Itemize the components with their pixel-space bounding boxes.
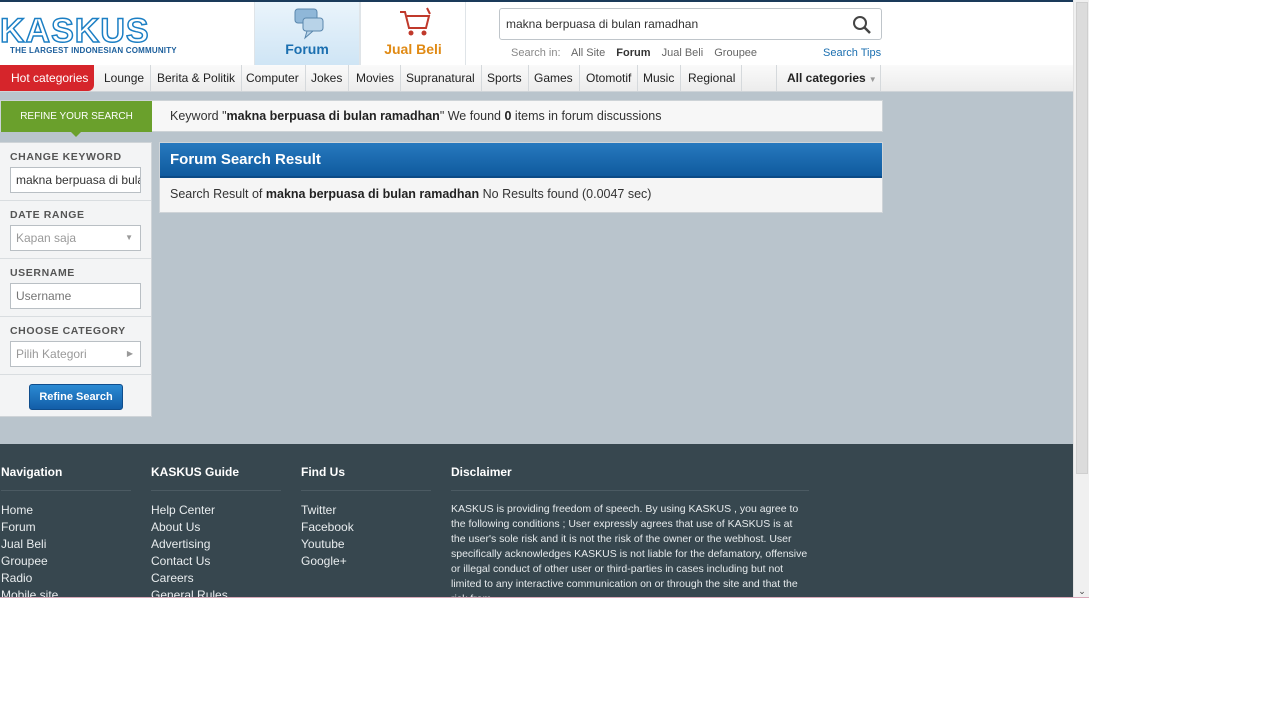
nav-jual-beli[interactable]: Jual Beli: [360, 2, 466, 65]
category-sports[interactable]: Sports: [481, 65, 529, 91]
nav-jual-beli-label: Jual Beli: [384, 41, 442, 57]
footer-link-about-us[interactable]: About Us: [151, 519, 281, 536]
search-scope-all-site[interactable]: All Site: [571, 47, 605, 59]
category-section: CHOOSE CATEGORY Pilih Kategori ▶: [0, 317, 151, 375]
site-footer: Navigation Home Forum Jual Beli Groupee …: [0, 444, 1073, 597]
site-header: KASKUS THE LARGEST INDONESIAN COMMUNITY …: [0, 0, 1073, 65]
chevron-down-icon: ▼: [125, 233, 133, 242]
footer-link-contact-us[interactable]: Contact Us: [151, 553, 281, 570]
footer-disclaimer-title: Disclaimer: [451, 465, 809, 491]
search-scope-groupee[interactable]: Groupee: [714, 47, 757, 59]
category-games[interactable]: Games: [528, 65, 580, 91]
category-supranatural[interactable]: Supranatural: [400, 65, 482, 91]
category-lounge[interactable]: Lounge: [98, 65, 152, 91]
scroll-down-arrow-icon[interactable]: ⌄: [1077, 586, 1087, 596]
footer-link-facebook[interactable]: Facebook: [301, 519, 431, 536]
category-regional[interactable]: Regional: [682, 65, 743, 91]
refine-your-search-tab[interactable]: REFINE YOUR SEARCH: [1, 101, 152, 137]
summary-keyword: makna berpuasa di bulan ramadhan: [226, 109, 440, 123]
search-scope-forum[interactable]: Forum: [616, 47, 650, 59]
kaskus-logo[interactable]: KASKUS THE LARGEST INDONESIAN COMMUNITY: [0, 12, 177, 56]
category-jokes[interactable]: Jokes: [305, 65, 350, 91]
summary-mid: " We found: [439, 109, 505, 123]
category-select[interactable]: Pilih Kategori ▶: [10, 341, 141, 367]
refine-sidebar: CHANGE KEYWORD DATE RANGE Kapan saja ▼ US…: [0, 142, 152, 417]
refine-search-button[interactable]: Refine Search: [29, 384, 123, 410]
footer-link-groupee[interactable]: Groupee: [1, 553, 131, 570]
summary-prefix: Keyword ": [170, 109, 227, 123]
footer-link-youtube[interactable]: Youtube: [301, 536, 431, 553]
search-box: [499, 8, 882, 40]
search-input[interactable]: [506, 15, 836, 33]
footer-link-mobile-site[interactable]: Mobile site: [1, 587, 131, 597]
change-keyword-section: CHANGE KEYWORD: [0, 143, 151, 201]
footer-link-help-center[interactable]: Help Center: [151, 502, 281, 519]
footer-find-us-title: Find Us: [301, 465, 431, 491]
footer-link-twitter[interactable]: Twitter: [301, 502, 431, 519]
footer-link-general-rules[interactable]: General Rules: [151, 587, 281, 597]
footer-link-forum[interactable]: Forum: [1, 519, 131, 536]
all-categories-label: All categories: [787, 71, 866, 85]
refine-bar: REFINE YOUR SEARCH Keyword "makna berpua…: [0, 100, 883, 137]
shopping-cart-icon: [400, 7, 431, 36]
footer-link-jual-beli[interactable]: Jual Beli: [1, 536, 131, 553]
search-scope: Search in: All Site Forum Jual Beli Grou…: [511, 47, 765, 59]
refine-tab-label: REFINE YOUR SEARCH: [20, 111, 133, 122]
browser-viewport: KASKUS THE LARGEST INDONESIAN COMMUNITY …: [0, 0, 1089, 598]
search-scope-jual-beli[interactable]: Jual Beli: [662, 47, 704, 59]
result-keyword: makna berpuasa di bulan ramadhan: [265, 187, 480, 201]
search-in-label: Search in:: [511, 47, 561, 59]
footer-guide: KASKUS Guide Help Center About Us Advert…: [151, 465, 281, 597]
choose-category-title: CHOOSE CATEGORY: [10, 325, 126, 337]
username-title: USERNAME: [10, 267, 75, 279]
footer-navigation-title: Navigation: [1, 465, 131, 491]
category-otomotif[interactable]: Otomotif: [580, 65, 639, 91]
vertical-scrollbar[interactable]: ⌄: [1073, 0, 1089, 597]
forum-icon: [294, 8, 324, 40]
category-movies[interactable]: Movies: [350, 65, 402, 91]
footer-disclaimer: Disclaimer KASKUS is providing freedom o…: [451, 465, 809, 597]
search-summary: Keyword "makna berpuasa di bulan ramadha…: [170, 109, 662, 123]
change-keyword-title: CHANGE KEYWORD: [10, 151, 122, 163]
summary-suffix: items in forum discussions: [511, 109, 662, 123]
category-bar: Hot categories Lounge Berita & Politik C…: [0, 65, 1073, 92]
category-berita-politik[interactable]: Berita & Politik: [151, 65, 243, 91]
nav-forum-label: Forum: [285, 41, 329, 57]
footer-navigation: Navigation Home Forum Jual Beli Groupee …: [1, 465, 131, 597]
keyword-input[interactable]: [10, 167, 141, 193]
username-section: USERNAME: [0, 259, 151, 317]
result-prefix: Search Result of: [170, 187, 266, 201]
result-suffix: No Results found (0.0047 sec): [479, 187, 652, 201]
footer-link-radio[interactable]: Radio: [1, 570, 131, 587]
caret-down-icon: ▼: [868, 75, 877, 84]
date-range-value: Kapan saja: [16, 231, 77, 245]
result-title: Forum Search Result: [160, 143, 882, 178]
footer-link-google-plus[interactable]: Google+: [301, 553, 431, 570]
date-range-section: DATE RANGE Kapan saja ▼: [0, 201, 151, 259]
footer-find-us: Find Us Twitter Facebook Youtube Google+: [301, 465, 431, 570]
search-tips-link[interactable]: Search Tips: [823, 47, 881, 59]
footer-link-home[interactable]: Home: [1, 502, 131, 519]
tab-pointer-icon: [71, 132, 81, 137]
footer-link-advertising[interactable]: Advertising: [151, 536, 281, 553]
chevron-right-icon: ▶: [126, 349, 133, 358]
forum-search-result-panel: Forum Search Result Search Result of mak…: [159, 142, 883, 213]
date-range-title: DATE RANGE: [10, 209, 85, 221]
disclaimer-text: KASKUS is providing freedom of speech. B…: [451, 503, 808, 597]
username-input[interactable]: [10, 283, 141, 309]
category-value: Pilih Kategori: [16, 347, 87, 361]
nav-forum[interactable]: Forum: [254, 2, 360, 65]
date-range-select[interactable]: Kapan saja ▼: [10, 225, 141, 251]
logo-wordmark: KASKUS: [0, 12, 150, 50]
category-music[interactable]: Music: [637, 65, 682, 91]
search-icon[interactable]: [851, 14, 873, 36]
category-computer[interactable]: Computer: [240, 65, 306, 91]
scrollbar-thumb[interactable]: [1076, 2, 1088, 474]
result-message: Search Result of makna berpuasa di bulan…: [170, 187, 651, 201]
all-categories-dropdown[interactable]: All categories ▼: [776, 65, 881, 91]
footer-link-careers[interactable]: Careers: [151, 570, 281, 587]
logo-tagline: THE LARGEST INDONESIAN COMMUNITY: [10, 46, 177, 55]
hot-categories-tab[interactable]: Hot categories: [0, 65, 94, 91]
footer-guide-title: KASKUS Guide: [151, 465, 281, 491]
